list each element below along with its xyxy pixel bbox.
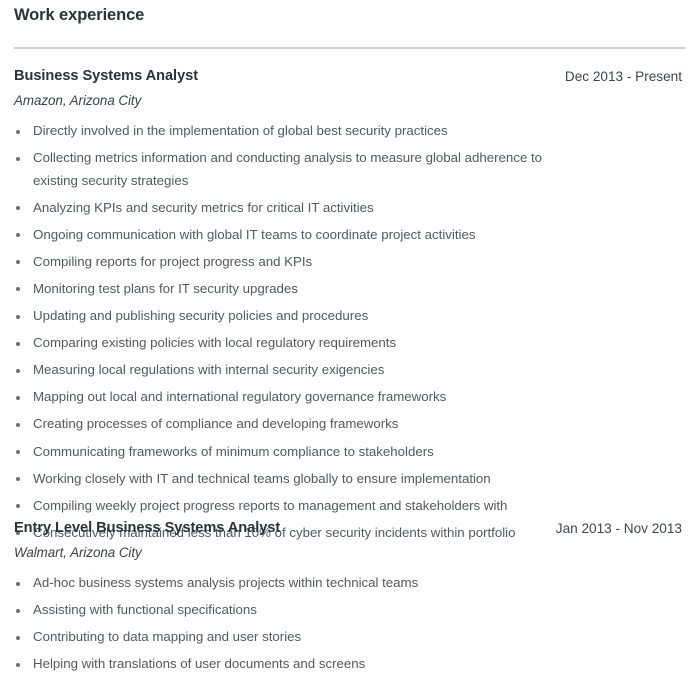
list-item: Assisting with functional specifications <box>0 599 699 622</box>
list-item: Compiling reports for project progress a… <box>0 251 699 274</box>
list-item: Comparing existing policies with local r… <box>0 332 699 355</box>
list-item: Monitoring test plans for IT security up… <box>0 278 699 301</box>
bullet-dot-icon <box>16 477 20 482</box>
job-title: Entry Level Business Systems Analyst <box>14 520 281 536</box>
bullet-dot-icon <box>16 504 20 509</box>
bullet-dot-icon <box>16 422 20 427</box>
job-entry: Entry Level Business Systems Analyst Jan… <box>0 520 699 671</box>
list-item: Updating and publishing security policie… <box>0 305 699 328</box>
list-item-label: Assisting with functional specifications <box>33 602 257 618</box>
bullet-dot-icon <box>16 635 20 640</box>
job-company: Walmart, Arizona City <box>14 545 142 560</box>
bullet-dot-icon <box>16 662 20 667</box>
list-item: Mapping out local and international regu… <box>0 386 699 409</box>
list-item-label: Helping with translations of user docume… <box>33 656 366 672</box>
list-item: Working closely with IT and technical te… <box>0 468 699 491</box>
list-item: Ongoing communication with global IT tea… <box>0 224 699 247</box>
section-divider <box>14 47 685 49</box>
job-responsibility-list: Ad-hoc business systems analysis project… <box>0 572 699 680</box>
list-item-label: Working closely with IT and technical te… <box>33 470 491 486</box>
job-dates: Jan 2013 - Nov 2013 <box>555 521 682 536</box>
bullet-dot-icon <box>16 314 20 319</box>
job-header: Business Systems Analyst Dec 2013 - Pres… <box>0 68 699 89</box>
bullet-dot-icon <box>16 581 20 586</box>
list-item-label: Measuring local regulations with interna… <box>33 362 385 378</box>
list-item: Communicating frameworks of minimum comp… <box>0 441 699 464</box>
work-experience-section: Work experience Business Systems Analyst… <box>0 0 699 674</box>
list-item: Ad-hoc business systems analysis project… <box>0 572 699 595</box>
list-item-label: Mapping out local and international regu… <box>33 389 447 405</box>
page-title: Work experience <box>14 6 145 24</box>
bullet-dot-icon <box>16 395 20 400</box>
list-item: Contributing to data mapping and user st… <box>0 626 699 649</box>
list-item: Analyzing KPIs and security metrics for … <box>0 197 699 220</box>
list-item-label: Ad-hoc business systems analysis project… <box>33 575 419 590</box>
bullet-dot-icon <box>16 450 20 455</box>
list-item-label: Updating and publishing security policie… <box>33 308 369 324</box>
bullet-dot-icon <box>16 341 20 346</box>
bullet-dot-icon <box>16 129 20 134</box>
list-item-label: Ongoing communication with global IT tea… <box>33 226 476 242</box>
list-item-label: Analyzing KPIs and security metrics for … <box>33 199 374 215</box>
list-item: Creating processes of compliance and dev… <box>0 413 699 436</box>
list-item-label: Creating processes of compliance and dev… <box>33 416 399 432</box>
list-item-label: Contributing to data mapping and user st… <box>33 629 302 645</box>
bullet-dot-icon <box>16 368 20 373</box>
list-item-label: Monitoring test plans for IT security up… <box>33 280 298 296</box>
list-item-label: Compiling reports for project progress a… <box>33 253 313 269</box>
list-item: Compiling weekly project progress report… <box>0 495 699 518</box>
list-item-label: Communicating frameworks of minimum comp… <box>33 443 434 459</box>
bullet-dot-icon <box>16 287 20 292</box>
bullet-dot-icon <box>16 206 20 211</box>
list-item-label: Directly involved in the implementation … <box>33 123 448 138</box>
job-header: Entry Level Business Systems Analyst Jan… <box>0 520 699 541</box>
job-dates: Dec 2013 - Present <box>564 69 682 84</box>
list-item-label: Collecting metrics information and condu… <box>33 150 543 188</box>
job-company: Amazon, Arizona City <box>14 93 142 108</box>
list-item-label: Compiling weekly project progress report… <box>33 497 508 513</box>
list-item-label: Comparing existing policies with local r… <box>33 335 397 351</box>
job-responsibility-list: Directly involved in the implementation … <box>0 120 699 549</box>
bullet-dot-icon <box>16 260 20 265</box>
bullet-dot-icon <box>16 608 20 613</box>
list-item: Measuring local regulations with interna… <box>0 359 699 382</box>
bullet-dot-icon <box>16 156 20 161</box>
job-entry: Business Systems Analyst Dec 2013 - Pres… <box>0 68 699 540</box>
bullet-dot-icon <box>16 233 20 238</box>
list-item: Helping with translations of user docume… <box>0 653 699 676</box>
list-item: Directly involved in the implementation … <box>0 120 699 143</box>
job-title: Business Systems Analyst <box>14 68 199 84</box>
list-item: Collecting metrics information and condu… <box>0 147 699 192</box>
